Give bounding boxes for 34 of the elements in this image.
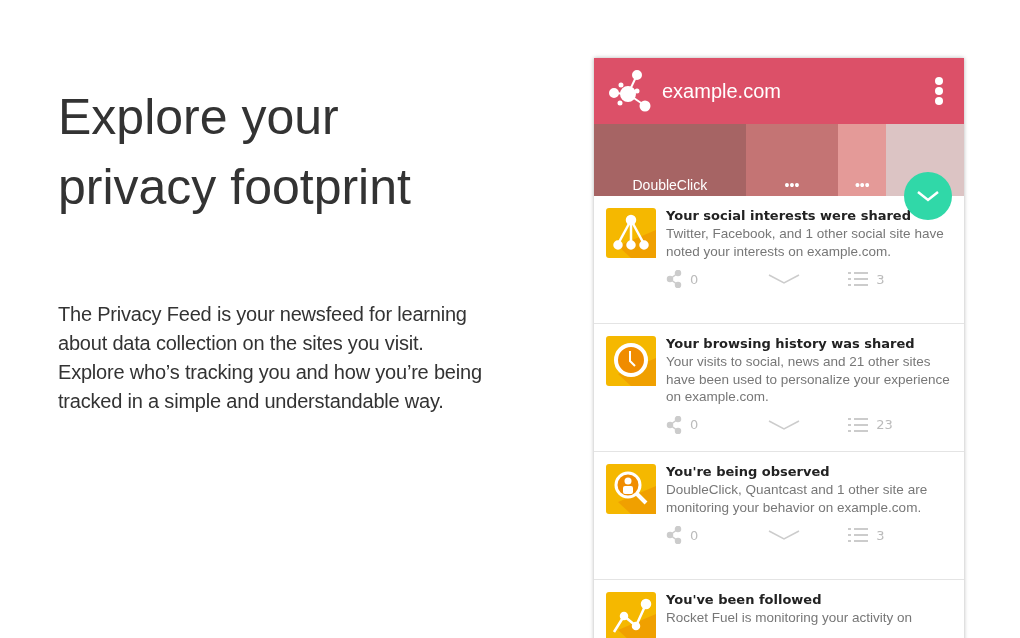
page-heading: Explore your privacy footprint [58, 88, 412, 217]
chevron-down-icon[interactable] [768, 530, 801, 540]
share-icon[interactable] [666, 415, 682, 434]
feed-item-icon [606, 336, 656, 386]
item-count: 3 [876, 527, 885, 543]
feed-item-title: Your social interests were shared [666, 208, 912, 224]
list-icon[interactable] [848, 416, 869, 433]
feed-item-description: Twitter, Facebook, and 1 other social site have noted your interests on example.com. [666, 225, 945, 260]
share-count: 0 [690, 527, 699, 543]
chevron-down-icon[interactable] [768, 274, 801, 284]
site-name: example.com [662, 79, 782, 103]
feed-item-icon [606, 208, 656, 258]
feed-item-title: You're being observed [666, 464, 831, 480]
share-count: 0 [690, 271, 699, 287]
item-count: 23 [876, 417, 893, 432]
feed-item-description: Your visits to social, news and 21 other sites have been used to personalize your experience on example.com. [666, 353, 951, 406]
share-icon[interactable] [666, 526, 682, 544]
chevron-down-icon[interactable] [768, 419, 801, 430]
tracker-segment[interactable]: ••• [838, 124, 887, 196]
feed-item-icon [606, 464, 656, 514]
item-count: 3 [876, 271, 885, 287]
more-options-icon[interactable] [934, 77, 944, 105]
list-icon[interactable] [848, 271, 869, 287]
chevron-down-icon [916, 190, 940, 202]
feed-item-title: You've been followed [666, 592, 823, 608]
list-icon[interactable] [848, 527, 869, 543]
share-count: 0 [690, 417, 699, 432]
tracker-segment[interactable]: DoubleClick [594, 124, 746, 196]
feed-item-description: Rocket Fuel is monitoring your activity on [666, 609, 914, 627]
share-icon[interactable] [666, 270, 682, 288]
tracker-segment[interactable]: ••• [745, 124, 839, 196]
intro-paragraph: The Privacy Feed is your newsfeed for learning about data collection on the sites you visit. Explore who’s tracking you and how you’re being tracked in a simple and understandable way. [58, 302, 483, 414]
feed-item-title: Your browsing history was shared [666, 336, 916, 352]
feed-item-description: DoubleClick, Quantcast and 1 other site are monitoring your behavior on example.com. [666, 481, 929, 516]
